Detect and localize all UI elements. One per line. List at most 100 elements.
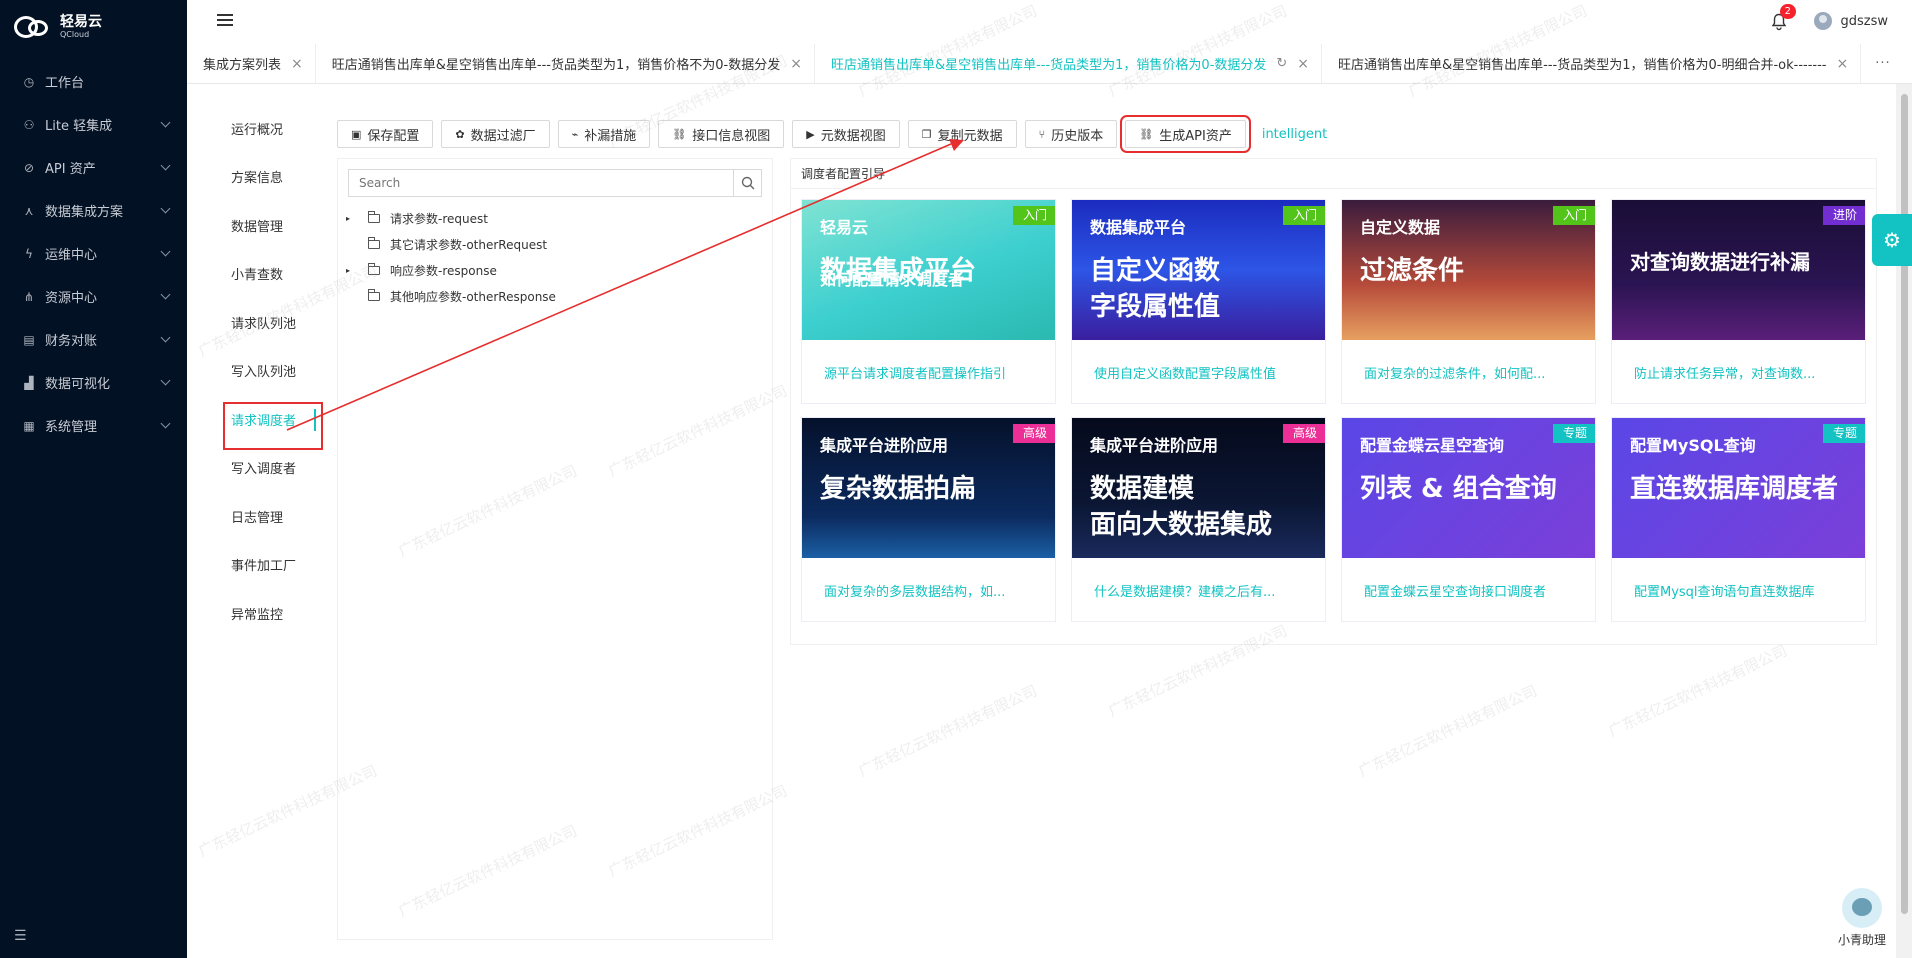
toolbar-button-6[interactable]: ⑂ 历史版本 (1024, 120, 1118, 148)
subnav-item-2[interactable]: 数据管理 (187, 201, 322, 250)
sidebar-item-label: 系统管理 (45, 420, 98, 435)
chevron-down-icon (160, 117, 171, 128)
guide-card-link[interactable]: 配置Mysql查询语句直连数据库 (1612, 558, 1865, 622)
settings-gear-icon[interactable]: ⚙ (1872, 214, 1912, 266)
sidebar-collapse-icon[interactable]: ☰ (14, 928, 28, 944)
cover-text: 数据建模 (1090, 474, 1195, 504)
sidebar-item-1[interactable]: ⚇ Lite 轻集成 (0, 103, 187, 146)
branch-icon: ⑂ (1038, 127, 1046, 141)
guide-card[interactable]: 对查询数据进行补漏 进阶 防止请求任务异常，对查询数... (1611, 199, 1866, 404)
main-content: 运行概况 方案信息 数据管理 小青查数 请求队列池 写入队列池 请求调度者 写入调度者 日志管理… (187, 84, 1896, 958)
search-input[interactable] (349, 170, 733, 196)
toolbar-button-1[interactable]: ✿ 数据过滤厂 (441, 120, 550, 148)
assistant-avatar-icon (1842, 888, 1882, 928)
assistant-button[interactable]: 小青助理 (1834, 888, 1890, 948)
cover-text: 集成平台进阶应用 (820, 436, 949, 455)
tree-node[interactable]: 其他响应参数-otherResponse (338, 283, 772, 309)
sidebar-item-7[interactable]: ▟ 数据可视化 (0, 361, 187, 404)
param-tree: ▸ 请求参数-request 其它请求参数-otherRequest ▸ 响应参数-re… (338, 205, 772, 309)
level-badge: 入门 (1282, 206, 1325, 225)
subnav-item-4[interactable]: 请求队列池 (187, 298, 322, 347)
close-icon[interactable]: × (291, 56, 303, 72)
sidebar-item-8[interactable]: ▦ 系统管理 (0, 404, 187, 447)
patch-icon: ⌁ (571, 127, 579, 141)
toolbar-button-4[interactable]: ▶ 元数据视图 (792, 120, 900, 148)
cover-text: 如何配置请求调度者 (820, 270, 965, 289)
subnav-item-1[interactable]: 方案信息 (187, 153, 322, 202)
guide-card-link[interactable]: 面对复杂的多层数据结构，如... (802, 558, 1055, 622)
toolbar-button-5[interactable]: ❐ 复制元数据 (907, 120, 1017, 148)
toolbar-button-3[interactable]: ⛓ 接口信息视图 (658, 120, 785, 148)
guide-card-cover: 自定义数据 过滤条件 入门 (1342, 200, 1595, 340)
subnav-item-0[interactable]: 运行概况 (187, 104, 322, 153)
guide-card-link[interactable]: 面对复杂的过滤条件，如何配... (1342, 340, 1595, 404)
subnav-item-10[interactable]: 异常监控 (187, 589, 322, 638)
sidebar-item-2[interactable]: ⊘ API 资产 (0, 146, 187, 189)
close-icon[interactable]: × (1836, 56, 1848, 72)
sidebar-item-3[interactable]: ⋏ 数据集成方案 (0, 189, 187, 232)
tree-panel: ▸ 请求参数-request 其它请求参数-otherRequest ▸ 响应参数-re… (337, 158, 773, 940)
tree-node[interactable]: ▸ 请求参数-request (338, 205, 772, 231)
caret-right-icon[interactable]: ▸ (338, 214, 356, 223)
guide-card[interactable]: 配置金蝶云星空查询 列表 & 组合查询 专题 配置金蝶云星空查询接口调度者 (1341, 417, 1596, 622)
subnav-item-8[interactable]: 日志管理 (187, 492, 322, 541)
sidebar-item-label: API 资产 (45, 162, 96, 177)
cover-text: 集成平台进阶应用 (1090, 436, 1219, 455)
toolbar-button-2[interactable]: ⌁ 补漏措施 (557, 120, 651, 148)
tabs-more-button[interactable]: ··· (1861, 44, 1904, 83)
sidebar-item-4[interactable]: ϟ 运维中心 (0, 232, 187, 275)
sidebar-item-0[interactable]: ◷ 工作台 (0, 60, 187, 103)
finance-icon: ▤ (23, 332, 35, 347)
guide-card[interactable]: 集成平台进阶应用 复杂数据拍扁 高级 面对复杂的多层数据结构，如... (801, 417, 1056, 622)
toolbar-button-label: 历史版本 (1051, 128, 1104, 144)
guide-card-link[interactable]: 使用自定义函数配置字段属性值 (1072, 340, 1325, 404)
app-logo[interactable]: 轻易云 QCloud (0, 0, 187, 54)
subnav-item-5[interactable]: 写入队列池 (187, 347, 322, 396)
tree-node[interactable]: 其它请求参数-otherRequest (338, 231, 772, 257)
close-icon[interactable]: × (790, 56, 802, 72)
integration-icon: ⋏ (24, 203, 34, 218)
sidebar-item-5[interactable]: ⋔ 资源中心 (0, 275, 187, 318)
tree-search (348, 169, 762, 197)
refresh-icon[interactable]: ↻ (1276, 56, 1287, 71)
tree-node-label: 响应参数-response (390, 263, 497, 278)
tab-label: 集成方案列表 (203, 58, 282, 73)
subnav-item-3[interactable]: 小青查数 (187, 250, 322, 299)
tab-1[interactable]: 旺店通销售出库单&星空销售出库单---货品类型为1，销售价格不为0-数据分发 × (316, 44, 815, 83)
intelligent-link[interactable]: intelligent (1262, 127, 1327, 142)
guide-card[interactable]: 集成平台进阶应用 数据建模 面向大数据集成 高级 什么是数据建模？建模之后有... (1071, 417, 1326, 622)
menu-toggle-icon[interactable] (217, 14, 233, 28)
search-icon[interactable] (733, 170, 761, 196)
sidebar-item-label: 数据可视化 (45, 377, 111, 392)
guide-card[interactable]: 配置MySQL查询 直连数据库调度者 专题 配置Mysql查询语句直连数据库 (1611, 417, 1866, 622)
guide-card-link[interactable]: 配置金蝶云星空查询接口调度者 (1342, 558, 1595, 622)
caret-right-icon[interactable]: ▸ (338, 266, 356, 275)
guide-card-link[interactable]: 什么是数据建模？建模之后有... (1072, 558, 1325, 622)
cover-text: 自定义数据 (1360, 218, 1441, 237)
guide-card[interactable]: 轻易云 数据集成平台 如何配置请求调度者 入门 源平台请求调度者配置操作指引 (801, 199, 1056, 404)
cover-text: 轻易云 (820, 218, 869, 237)
user-menu[interactable]: gdszsw (1814, 12, 1888, 30)
tab-2[interactable]: 旺店通销售出库单&星空销售出库单---货品类型为1，销售价格为0-数据分发 ↻ × (814, 44, 1323, 83)
tree-node-label: 其它请求参数-otherRequest (390, 237, 548, 252)
sidebar-item-6[interactable]: ▤ 财务对账 (0, 318, 187, 361)
toolbar-button-label: 保存配置 (367, 128, 420, 144)
subnav-item-7[interactable]: 写入调度者 (187, 444, 322, 493)
tab-0[interactable]: 集成方案列表 × (187, 44, 316, 83)
guide-card[interactable]: 自定义数据 过滤条件 入门 面对复杂的过滤条件，如何配... (1341, 199, 1596, 404)
guide-card-link[interactable]: 源平台请求调度者配置操作指引 (802, 340, 1055, 404)
guide-card[interactable]: 数据集成平台 自定义函数 字段属性值 入门 使用自定义函数配置字段属性值 (1071, 199, 1326, 404)
guide-panel: 调度者配置引导 轻易云 数据集成平台 如何配置请求调度者 入门 源平台请求调度者配置操作… (790, 158, 1877, 645)
tab-3[interactable]: 旺店通销售出库单&星空销售出库单---货品类型为1，销售价格为0-明细合并-ok… (1322, 44, 1862, 83)
chart-icon: ▟ (24, 375, 34, 390)
subnav-item-9[interactable]: 事件加工厂 (187, 541, 322, 590)
tree-node[interactable]: ▸ 响应参数-response (338, 257, 772, 283)
level-badge: 专题 (1822, 424, 1865, 443)
guide-card-link[interactable]: 防止请求任务异常，对查询数... (1612, 340, 1865, 404)
tab-label: 旺店通销售出库单&星空销售出库单---货品类型为1，销售价格为0-明细合并-ok… (1338, 58, 1827, 73)
bolt-icon: ϟ (25, 246, 33, 261)
close-icon[interactable]: × (1297, 56, 1309, 72)
toolbar-button-0[interactable]: ▣ 保存配置 (337, 120, 434, 148)
toolbar-button-7[interactable]: ⛓ 生成API资产 (1120, 115, 1251, 153)
cover-text: 配置MySQL查询 (1630, 436, 1756, 455)
